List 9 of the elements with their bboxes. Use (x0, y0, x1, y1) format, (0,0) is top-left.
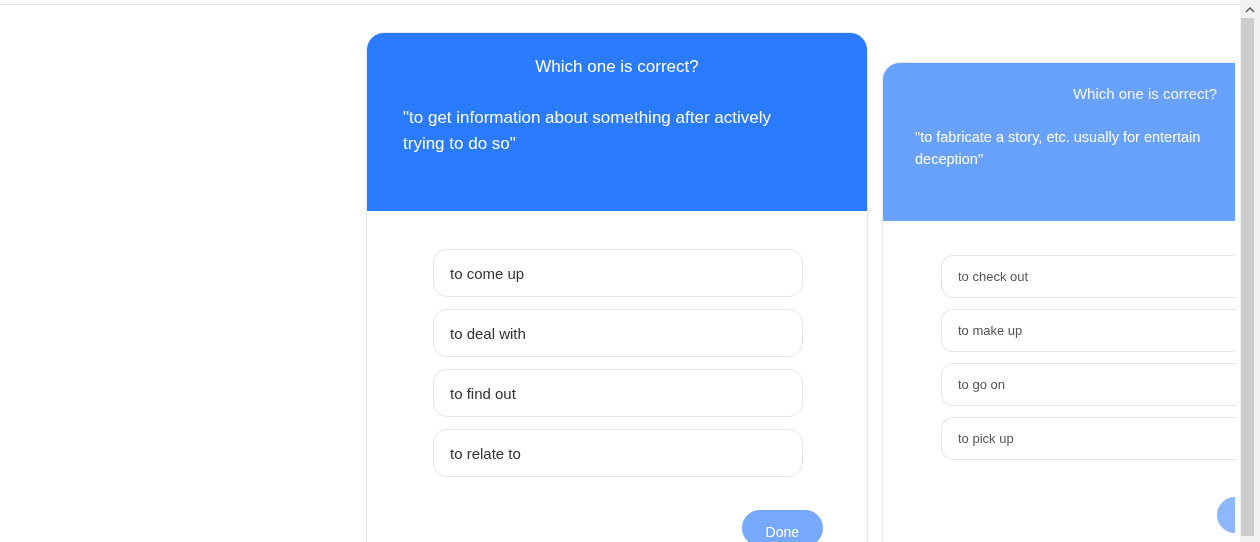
definition-text: "to get information about something after actively trying to do so" (403, 107, 772, 155)
answer-option[interactable]: to relate to (433, 429, 803, 477)
answer-option[interactable]: to deal with (433, 309, 803, 357)
definition-text: "to fabricate a story, etc. usually for entertain deception" (915, 128, 1202, 169)
answer-option[interactable]: to find out (433, 369, 803, 417)
done-button[interactable] (1217, 497, 1235, 533)
question-title: Which one is correct? (1071, 85, 1219, 102)
question-title: Which one is correct? (534, 57, 700, 77)
answer-option[interactable]: to come up (433, 249, 803, 297)
